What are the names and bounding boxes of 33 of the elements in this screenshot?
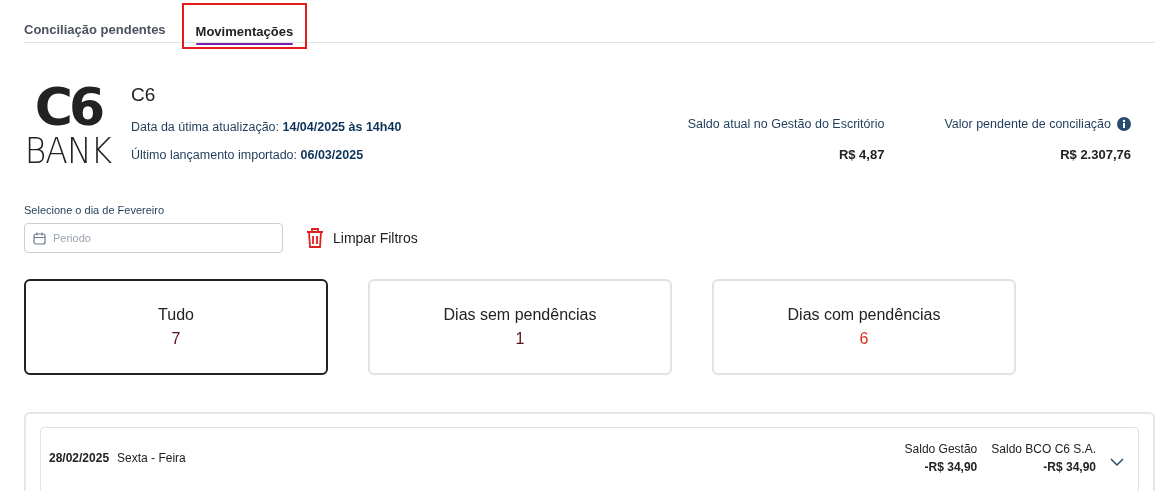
total-label: Saldo BCO C6 S.A. bbox=[991, 442, 1096, 456]
trash-icon bbox=[305, 227, 325, 249]
chevron-icon[interactable] bbox=[1110, 457, 1124, 467]
clear-filters-button[interactable]: Limpar Filtros bbox=[305, 227, 418, 249]
update-date: Data da útima atualização: 14/04/2025 às 14h40 bbox=[131, 120, 403, 134]
period-field[interactable]: Periodo bbox=[24, 223, 283, 253]
card-count: 6 bbox=[859, 330, 869, 348]
balance-value: R$ 4,87 bbox=[837, 147, 885, 162]
card-count: 1 bbox=[515, 330, 525, 348]
info-icon[interactable] bbox=[1117, 117, 1131, 131]
card-title: Dias sem pendências bbox=[443, 306, 597, 324]
filter-card[interactable]: Tudo 7 bbox=[24, 279, 328, 375]
filter-label: Selecione o dia de Fevereiro bbox=[24, 204, 166, 216]
filter-card[interactable]: Dias com pendências 6 bbox=[712, 279, 1016, 375]
balance-value: R$ 2.307,76 bbox=[1059, 147, 1131, 162]
day-row[interactable]: 28/02/2025 Sexta - Feira Saldo Gestão -R$ 34,90 Saldo BCO C6 S.A. -R$ 34,90 bbox=[40, 427, 1139, 491]
card-title: Tudo bbox=[158, 306, 194, 324]
bank-logo: C6 BANK bbox=[24, 81, 112, 170]
total-value: -R$ 34,90 bbox=[1043, 460, 1096, 474]
filter-card[interactable]: Dias sem pendências 1 bbox=[368, 279, 672, 375]
calendar-icon bbox=[33, 232, 46, 245]
day-weekday: Sexta - Feira bbox=[117, 451, 186, 465]
balance-label: Saldo atual no Gestão do Escritório bbox=[687, 117, 885, 131]
account-name: C6 bbox=[131, 84, 157, 106]
last-import: Último lançamento importado: 06/03/2025 bbox=[131, 148, 365, 162]
day-date: 28/02/2025 bbox=[49, 451, 110, 465]
card-title: Dias com pendências bbox=[787, 306, 941, 324]
card-count: 7 bbox=[171, 330, 181, 348]
total-label: Saldo Gestão bbox=[904, 442, 978, 456]
tab[interactable]: Conciliação pendentes bbox=[24, 0, 166, 42]
balance-label: Valor pendente de conciliação bbox=[944, 117, 1111, 131]
tab[interactable]: Movimentações bbox=[183, 5, 306, 47]
total-value: -R$ 34,90 bbox=[924, 460, 978, 474]
